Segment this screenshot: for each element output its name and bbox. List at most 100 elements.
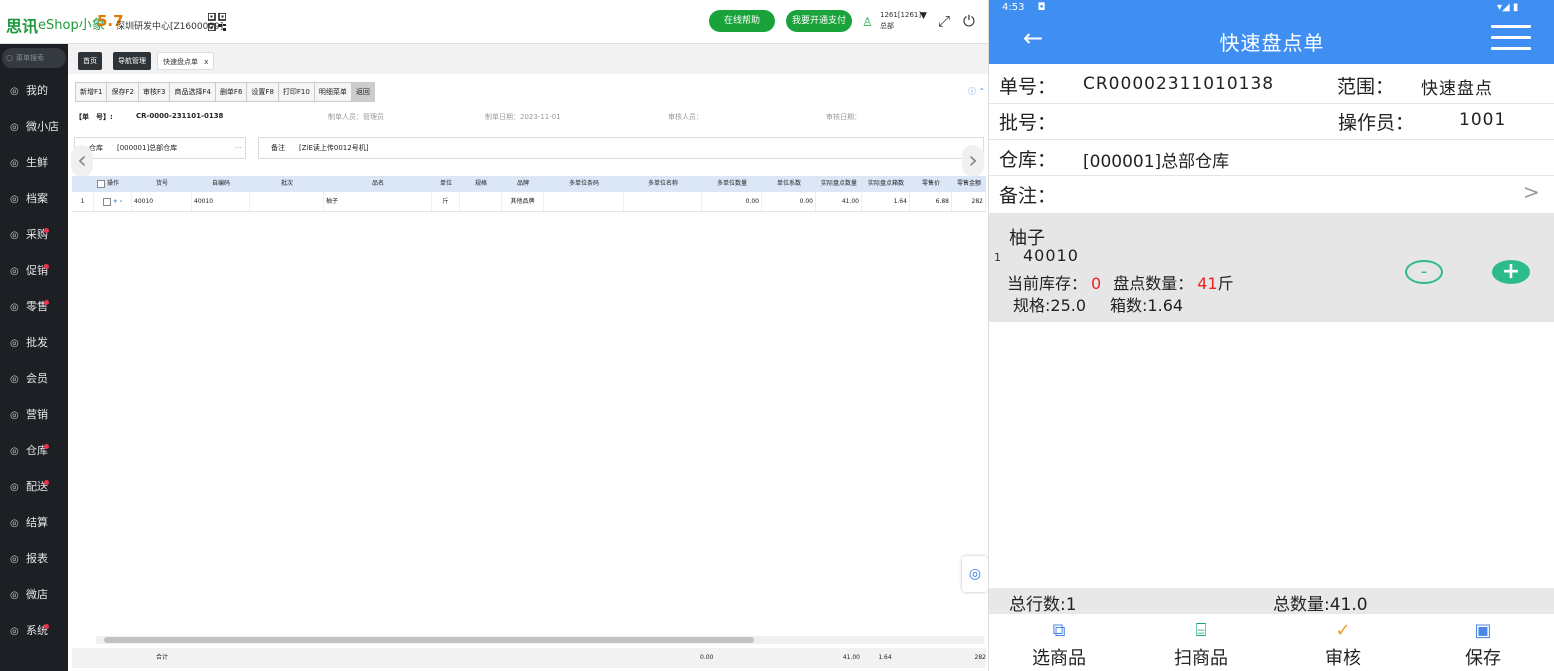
sidebar-item-label: 结算 xyxy=(26,516,48,529)
footer-amount: 282 xyxy=(974,654,986,661)
list-item[interactable]: 柚子 1 40010 当前库存： 0 盘点数量： 41斤 规格:25.0 箱数:1.64… xyxy=(989,214,1554,322)
fullscreen-icon[interactable]: ⤢ xyxy=(938,12,950,30)
audit-button[interactable]: ✓ 审核 xyxy=(1283,618,1403,670)
column-header[interactable]: 单位系数 xyxy=(762,176,816,192)
total-qty: 总数量:41.0 xyxy=(1273,595,1368,615)
sidebar-item[interactable]: ◎ 微店 xyxy=(0,580,68,610)
column-header[interactable]: 批次 xyxy=(250,176,324,192)
select-products-button[interactable]: ⧉ 选商品 xyxy=(999,618,1119,670)
sidebar-item[interactable]: ◎ 我的 xyxy=(0,76,68,106)
item-stock-line: 当前库存： 0 盘点数量： 41斤 xyxy=(1007,270,1234,294)
save-button[interactable]: ▣ 保存 xyxy=(1423,618,1543,670)
sidebar-item[interactable]: ◎ 配送 xyxy=(0,472,68,502)
table-cell: 40010 xyxy=(132,192,192,211)
remark-field[interactable]: 备注 [ZiE读上传0012号机] xyxy=(258,137,984,159)
column-header[interactable]: 实际盘点箱数 xyxy=(862,176,910,192)
column-header[interactable]: 规格 xyxy=(460,176,502,192)
save-button[interactable]: 保存F2 xyxy=(107,83,139,101)
delete-button[interactable]: 删单F6 xyxy=(215,83,248,101)
status-bar: 4:53 ◘ ▾◢ ▮ xyxy=(989,0,1554,16)
scrollbar-thumb[interactable] xyxy=(104,637,754,643)
product-select-button[interactable]: 商品选择F4 xyxy=(170,83,216,101)
scroll-left-arrow-icon[interactable]: ‹ xyxy=(71,145,93,177)
sidebar-item[interactable]: ◎ 零售 xyxy=(0,292,68,322)
doc-no-row: 单号： CR00002311010138 范围： 快速盘点 xyxy=(989,64,1554,104)
user-dropdown-icon[interactable]: ▼ xyxy=(920,11,927,21)
power-icon[interactable]: ⏻ xyxy=(963,12,975,30)
warehouse-value: [000001]总部仓库 xyxy=(117,144,178,152)
table-cell xyxy=(250,192,324,211)
menu-icon[interactable] xyxy=(1491,25,1531,51)
column-header[interactable]: 多单位数量 xyxy=(702,176,762,192)
column-header[interactable]: 多单位条码 xyxy=(544,176,624,192)
sidebar-item[interactable]: ◎ 仓库 xyxy=(0,436,68,466)
sidebar-item[interactable]: ◎ 批发 xyxy=(0,328,68,358)
tab-home[interactable]: 首页 xyxy=(78,52,102,70)
sidebar-item[interactable]: ◎ 会员 xyxy=(0,364,68,394)
column-header[interactable]: 单位 xyxy=(432,176,460,192)
increase-button[interactable]: + xyxy=(1492,260,1530,284)
row-checkbox[interactable] xyxy=(102,197,111,206)
apple-icon: ◎ xyxy=(10,158,19,169)
column-header[interactable]: 品名 xyxy=(324,176,432,192)
column-header[interactable]: 实际盘点数量 xyxy=(816,176,862,192)
make-date: 制单日期：2023-11-01 xyxy=(485,113,561,121)
column-header[interactable]: 品牌 xyxy=(502,176,544,192)
sidebar-item[interactable]: ◎ 系统 xyxy=(0,616,68,646)
help-icon[interactable]: ⓘ ⌃ xyxy=(968,86,985,97)
scan-products-button[interactable]: ⌸ 扫商品 xyxy=(1141,618,1261,670)
sidebar-item[interactable]: ◎ 档案 xyxy=(0,184,68,214)
chevron-right-icon[interactable]: > xyxy=(1523,180,1540,204)
online-help-button[interactable]: 在线帮助 xyxy=(709,10,775,32)
settings-button[interactable]: 设置F8 xyxy=(247,83,279,101)
sidebar-item[interactable]: ◎ 促销 xyxy=(0,256,68,286)
page-title: 快速盘点单 xyxy=(1219,31,1325,55)
column-header[interactable]: 零售价 xyxy=(910,176,952,192)
logo-cn: 思讯 xyxy=(6,17,39,36)
audit-button[interactable]: 审核F3 xyxy=(138,83,171,101)
new-button[interactable]: 新增F1 xyxy=(76,83,108,101)
table-cell: 柚子 xyxy=(324,192,432,211)
qr-code-icon[interactable] xyxy=(208,13,226,31)
column-header[interactable]: 货号 xyxy=(132,176,192,192)
column-header[interactable]: 多单位名称 xyxy=(624,176,702,192)
horizontal-scrollbar[interactable] xyxy=(96,636,984,644)
column-header[interactable]: 自编码 xyxy=(192,176,250,192)
sidebar-item-label: 微店 xyxy=(26,588,48,601)
wholesale-icon: ◎ xyxy=(10,338,19,349)
scroll-right-arrow-icon[interactable]: › xyxy=(962,145,984,177)
tab-quick-count[interactable]: 快速盘点单 x xyxy=(157,52,215,70)
column-header[interactable]: 零售金额 xyxy=(952,176,986,192)
close-icon[interactable]: x xyxy=(204,58,208,66)
row-add-remove-icon[interactable]: + - xyxy=(111,198,123,205)
footer-multi-qty: 0.00 xyxy=(700,654,714,661)
status-time: 4:53 xyxy=(1002,2,1025,13)
tab-nav-manage[interactable]: 导航管理 xyxy=(113,52,151,70)
float-service-icon[interactable]: ◎ xyxy=(962,556,988,592)
sidebar-item-label: 营销 xyxy=(26,408,48,421)
item-index: 1 xyxy=(994,251,1001,264)
return-button[interactable]: 返回 xyxy=(351,83,374,101)
warehouse-field[interactable]: 仓库 [000001]总部仓库 ··· xyxy=(74,137,246,159)
sidebar-item[interactable]: ◎ 结算 xyxy=(0,508,68,538)
sidebar-item[interactable]: ◎ 采购 xyxy=(0,220,68,250)
sidebar-item[interactable]: ◎ 报表 xyxy=(0,544,68,574)
sidebar-item[interactable]: ◎ 生鲜 xyxy=(0,148,68,178)
sidebar-item[interactable]: ◎ 营销 xyxy=(0,400,68,430)
doc-no-value: CR-0000-231101-0138 xyxy=(136,112,224,120)
table-row[interactable]: 1 + -40010 40010 柚子斤其他品牌 0.00 0.00 41.00 1.64 6… xyxy=(72,192,986,212)
user-info[interactable]: 1261[1261] 总部 xyxy=(880,10,921,32)
menu-search-input[interactable]: ○ 菜单搜索 xyxy=(2,48,66,68)
detail-menu-button[interactable]: 明细菜单 xyxy=(314,83,352,101)
warehouse-more-icon[interactable]: ··· xyxy=(235,138,242,158)
open-payment-button[interactable]: 我要开通支付 xyxy=(786,10,852,32)
sidebar-item[interactable]: ◎ 微小店 xyxy=(0,112,68,142)
user-icon: ♙ xyxy=(862,15,873,29)
count-unit: 斤 xyxy=(1217,274,1234,293)
column-header[interactable]: 操作 xyxy=(94,176,132,192)
remark-row[interactable]: 备注： > xyxy=(989,176,1554,214)
sidebar-item-label: 我的 xyxy=(26,84,48,97)
print-button[interactable]: 打印F10 xyxy=(278,83,315,101)
stock-label: 当前库存： xyxy=(1007,274,1088,293)
decrease-button[interactable]: - xyxy=(1405,260,1443,284)
